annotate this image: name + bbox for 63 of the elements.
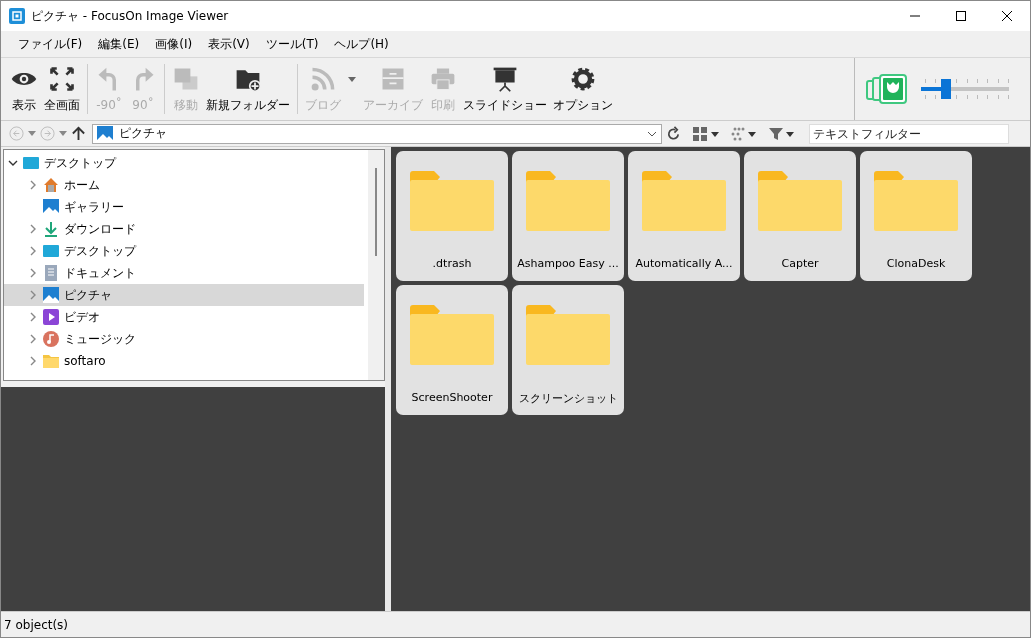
tree-item[interactable]: softaro: [4, 350, 364, 372]
folder-tile[interactable]: Ashampoo Easy ...: [512, 151, 624, 281]
up-arrow-icon[interactable]: [71, 126, 86, 141]
expand-icon: [48, 64, 76, 93]
home-icon: [43, 177, 59, 193]
menu-item[interactable]: ツール(T): [258, 33, 326, 55]
gallery-icon: [43, 199, 59, 215]
folder-icon: [43, 353, 59, 369]
window-title: ピクチャ - FocusOn Image Viewer: [31, 7, 230, 25]
refresh-icon[interactable]: [666, 126, 681, 141]
toolbar-button[interactable]: 表示: [7, 62, 41, 116]
download-icon: [43, 221, 59, 237]
menu-item[interactable]: 編集(E): [91, 33, 147, 55]
caret-icon[interactable]: [28, 131, 36, 136]
toolbar-button[interactable]: 全画面: [41, 62, 83, 116]
status-text: 7 object(s): [4, 617, 69, 632]
filter-icon[interactable]: [769, 126, 795, 141]
menu-item[interactable]: ヘルプ(H): [327, 33, 396, 55]
document-icon: [43, 265, 59, 281]
menu-item[interactable]: 画像(I): [148, 33, 200, 55]
picture-icon: [97, 125, 113, 142]
folder-icon: [526, 305, 610, 365]
zoom-slider[interactable]: [921, 79, 1009, 99]
tree-item[interactable]: ピクチャ: [4, 284, 364, 306]
folder-icon: [526, 171, 610, 231]
folder-icon: [410, 171, 494, 231]
tree-item[interactable]: デスクトップ: [4, 152, 364, 174]
folder-icon: [642, 171, 726, 231]
address-field[interactable]: ピクチャ: [92, 123, 662, 144]
tree-item[interactable]: ダウンロード: [4, 218, 364, 240]
app-icon: [9, 8, 25, 24]
sort-icon[interactable]: [731, 126, 757, 141]
folder-tile[interactable]: ScreenShooter: [396, 285, 508, 415]
tree-item[interactable]: ドキュメント: [4, 262, 364, 284]
menu-item[interactable]: ファイル(F): [11, 33, 90, 55]
tree-item[interactable]: デスクトップ: [4, 240, 364, 262]
text-filter-field[interactable]: テキストフィルター: [809, 123, 1009, 144]
tree-item[interactable]: ビデオ: [4, 306, 364, 328]
tree-item[interactable]: ギャラリー: [4, 196, 364, 218]
folder-tile[interactable]: スクリーンショット: [512, 285, 624, 415]
toolbar-button[interactable]: スライドショー: [460, 62, 550, 116]
grid-view-icon[interactable]: [693, 126, 719, 141]
toolbar-button[interactable]: 新規フォルダー: [203, 62, 293, 116]
folder-tile[interactable]: ClonaDesk: [860, 151, 972, 281]
folder-icon: [410, 305, 494, 365]
menu-item[interactable]: 表示(V): [201, 33, 257, 55]
chevron-down-icon[interactable]: [647, 130, 657, 137]
folder-tile[interactable]: .dtrash: [396, 151, 508, 281]
tree-item[interactable]: ミュージック: [4, 328, 364, 350]
folder-tile[interactable]: Automatically A...: [628, 151, 740, 281]
toolbar-button[interactable]: オプション: [550, 62, 616, 116]
desktop-icon: [43, 243, 59, 259]
desktop-icon: [23, 155, 39, 171]
caret-icon[interactable]: [59, 131, 67, 136]
music-icon: [43, 331, 59, 347]
folder-tile[interactable]: Capter: [744, 151, 856, 281]
slider-thumb[interactable]: [941, 79, 952, 99]
folder-icon: [758, 171, 842, 231]
chevron-icon[interactable]: [8, 158, 18, 168]
tree-item[interactable]: ホーム: [4, 174, 364, 196]
folder-icon: [874, 171, 958, 231]
picture-icon: [43, 287, 59, 303]
video-icon: [43, 309, 59, 325]
